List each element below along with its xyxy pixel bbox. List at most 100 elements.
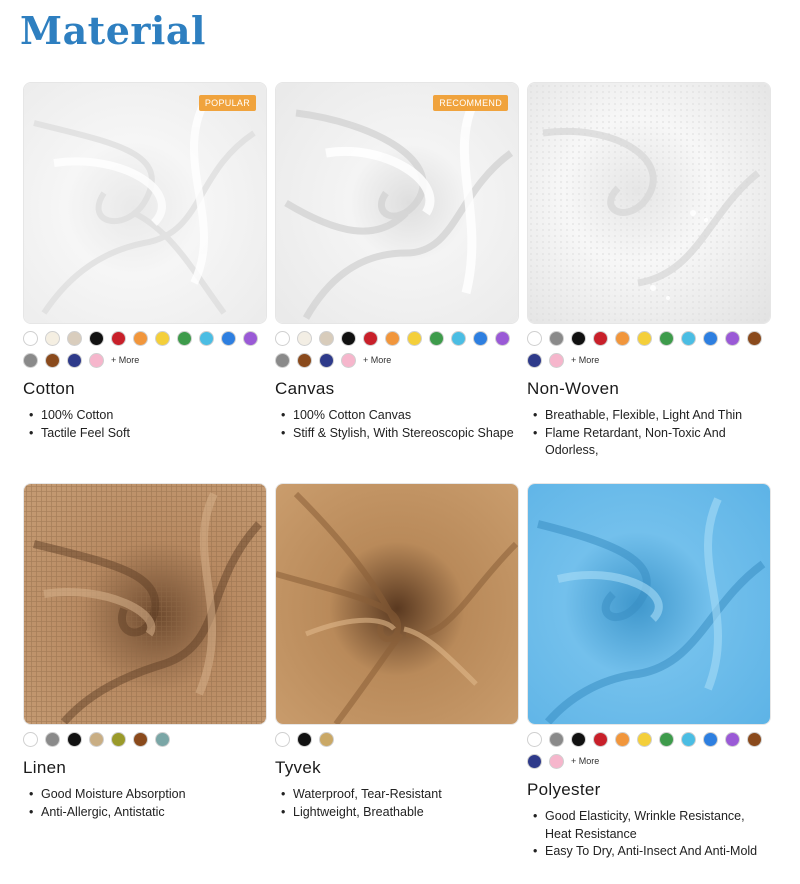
color-swatch[interactable] (429, 331, 444, 346)
material-card-non-woven[interactable]: + More Non-Woven Breathable, Flexible, L… (527, 82, 771, 460)
popular-badge: POPULAR (198, 95, 256, 111)
color-swatch[interactable] (177, 331, 192, 346)
color-swatch[interactable] (67, 353, 82, 368)
page-title: Material (20, 8, 206, 53)
color-swatch[interactable] (297, 732, 312, 747)
feature-item: Stiff & Stylish, With Stereoscopic Shape (281, 425, 519, 443)
color-swatch[interactable] (89, 353, 104, 368)
color-swatch[interactable] (527, 353, 542, 368)
color-swatch[interactable] (725, 331, 740, 346)
color-swatch[interactable] (571, 331, 586, 346)
material-card-cotton[interactable]: POPULAR + More Cotton 100% Cotton Tactil… (23, 82, 267, 442)
color-swatch[interactable] (297, 331, 312, 346)
color-swatch[interactable] (527, 331, 542, 346)
color-swatch[interactable] (549, 754, 564, 769)
color-swatch[interactable] (243, 331, 258, 346)
color-swatch[interactable] (23, 331, 38, 346)
color-swatch[interactable] (133, 732, 148, 747)
color-options: + More (527, 732, 777, 776)
more-colors-link[interactable]: + More (111, 353, 139, 368)
color-swatch[interactable] (549, 732, 564, 747)
color-swatch[interactable] (341, 353, 356, 368)
color-swatch[interactable] (615, 331, 630, 346)
color-swatch[interactable] (473, 331, 488, 346)
color-swatch[interactable] (23, 732, 38, 747)
color-swatch[interactable] (297, 353, 312, 368)
color-swatch[interactable] (45, 331, 60, 346)
color-swatch[interactable] (111, 331, 126, 346)
color-swatch[interactable] (703, 732, 718, 747)
color-swatch[interactable] (725, 732, 740, 747)
more-colors-link[interactable]: + More (363, 353, 391, 368)
feature-item: Anti-Allergic, Antistatic (29, 804, 267, 822)
fabric-image-linen (23, 483, 267, 725)
color-swatch[interactable] (549, 331, 564, 346)
color-swatch[interactable] (363, 331, 378, 346)
color-swatch[interactable] (319, 331, 334, 346)
feature-item: 100% Cotton (29, 407, 267, 425)
color-swatch[interactable] (549, 353, 564, 368)
feature-item: Flame Retardant, Non-Toxic And Odorless, (533, 425, 771, 460)
color-swatch[interactable] (341, 331, 356, 346)
feature-list: 100% Cotton Canvas Stiff & Stylish, With… (275, 407, 519, 442)
feature-item: Easy To Dry, Anti-Insect And Anti-Mold (533, 843, 771, 861)
color-swatch[interactable] (659, 331, 674, 346)
color-swatch[interactable] (637, 732, 652, 747)
color-swatch[interactable] (221, 331, 236, 346)
color-swatch[interactable] (747, 331, 762, 346)
more-colors-link[interactable]: + More (571, 353, 599, 368)
material-name: Linen (23, 758, 67, 777)
feature-list: Waterproof, Tear-Resistant Lightweight, … (275, 786, 519, 821)
feature-item: Waterproof, Tear-Resistant (281, 786, 519, 804)
color-swatch[interactable] (385, 331, 400, 346)
material-name: Tyvek (275, 758, 321, 777)
color-swatch[interactable] (111, 732, 126, 747)
color-swatch[interactable] (637, 331, 652, 346)
color-swatch[interactable] (45, 732, 60, 747)
color-swatch[interactable] (681, 732, 696, 747)
color-swatch[interactable] (275, 331, 290, 346)
fabric-image-tyvek (275, 483, 519, 725)
color-options: + More (23, 331, 273, 375)
color-swatch[interactable] (319, 732, 334, 747)
color-swatch[interactable] (703, 331, 718, 346)
color-swatch[interactable] (199, 331, 214, 346)
color-swatch[interactable] (593, 331, 608, 346)
color-swatch[interactable] (155, 331, 170, 346)
color-swatch[interactable] (133, 331, 148, 346)
color-swatch[interactable] (275, 732, 290, 747)
color-swatch[interactable] (155, 732, 170, 747)
feature-item: Good Moisture Absorption (29, 786, 267, 804)
color-swatch[interactable] (23, 353, 38, 368)
color-swatch[interactable] (45, 353, 60, 368)
more-colors-link[interactable]: + More (571, 754, 599, 769)
material-card-canvas[interactable]: RECOMMEND + More Canvas 100% Cotton Canv… (275, 82, 519, 442)
color-swatch[interactable] (67, 732, 82, 747)
color-swatch[interactable] (571, 732, 586, 747)
material-card-tyvek[interactable]: Tyvek Waterproof, Tear-Resistant Lightwe… (275, 483, 519, 821)
color-swatch[interactable] (275, 353, 290, 368)
color-swatch[interactable] (593, 732, 608, 747)
material-card-linen[interactable]: Linen Good Moisture Absorption Anti-Alle… (23, 483, 267, 821)
color-swatch[interactable] (451, 331, 466, 346)
color-swatch[interactable] (747, 732, 762, 747)
feature-item: Lightweight, Breathable (281, 804, 519, 822)
color-swatch[interactable] (527, 754, 542, 769)
fabric-image-polyester (527, 483, 771, 725)
material-name: Cotton (23, 379, 75, 398)
color-options (275, 732, 525, 754)
color-swatch[interactable] (89, 331, 104, 346)
material-card-polyester[interactable]: + More Polyester Good Elasticity, Wrinkl… (527, 483, 771, 861)
color-swatch[interactable] (659, 732, 674, 747)
color-options (23, 732, 273, 754)
color-swatch[interactable] (319, 353, 334, 368)
color-swatch[interactable] (495, 331, 510, 346)
color-swatch[interactable] (615, 732, 630, 747)
color-swatch[interactable] (681, 331, 696, 346)
color-swatch[interactable] (67, 331, 82, 346)
color-swatch[interactable] (527, 732, 542, 747)
feature-list: 100% Cotton Tactile Feel Soft (23, 407, 267, 442)
material-name: Canvas (275, 379, 335, 398)
color-swatch[interactable] (407, 331, 422, 346)
color-swatch[interactable] (89, 732, 104, 747)
